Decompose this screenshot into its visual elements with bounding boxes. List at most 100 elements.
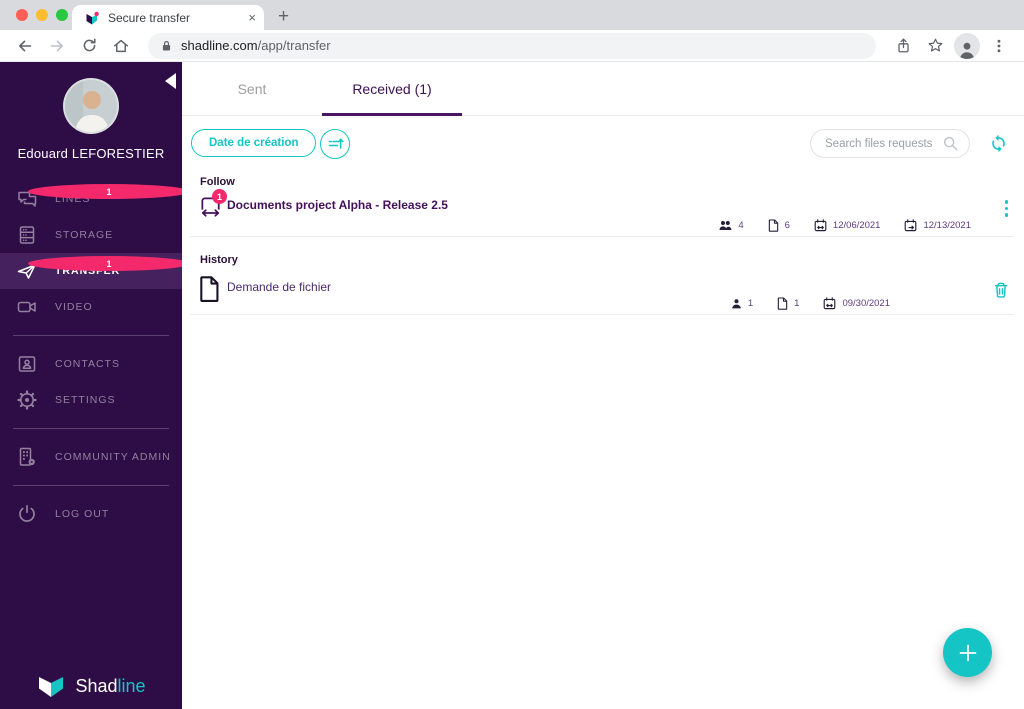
transfer-row-follow[interactable]: 1 Documents project Alpha - Release 2.5 … [182,189,1024,236]
recipients-count: 1 [747,298,754,309]
row-menu-icon[interactable] [1003,198,1011,219]
files-meta: 6 [768,219,790,232]
shadline-logo-text: Shadline [75,675,146,696]
browser-tabstrip: Secure transfer × + [0,0,1024,30]
collapse-sidebar-icon[interactable] [165,73,176,89]
person-icon [732,299,741,309]
browser-profile-avatar[interactable] [954,32,980,59]
tab-received[interactable]: Received (1) [312,62,472,116]
sidebar-item-contacts[interactable]: CONTACTS [0,346,182,382]
sort-ascending-icon [328,138,344,149]
recipients-meta: 1 [731,298,753,309]
storage-icon [16,224,38,246]
browser-window: Secure transfer × + shadline.com/app/tra… [0,0,1024,709]
transfer-row-history[interactable]: Demande de fichier 1 1 09/30/2021 [182,272,1024,314]
sidebar-item-storage[interactable]: STORAGE [0,217,182,253]
active-tab-underline [322,113,462,116]
new-tab-button[interactable]: + [278,7,289,26]
share-icon[interactable] [890,33,916,59]
transfer-meta: 4 6 12/06/2021 12/13/2021 [719,219,971,232]
files-count: 6 [784,220,790,231]
document-icon [199,276,220,302]
browser-tab[interactable]: Secure transfer × [72,5,264,30]
tab-sent[interactable]: Sent [202,62,302,116]
sort-by-date-button[interactable]: Date de création [191,129,317,157]
refresh-icon[interactable] [989,134,1008,153]
end-date-meta: 12/13/2021 [904,219,971,232]
sidebar-item-label: SETTINGS [55,394,116,406]
reload-button[interactable] [76,33,102,59]
gear-icon [16,389,38,411]
transfer-tabs: Sent Received (1) [182,62,1024,116]
calendar-end-icon [905,219,917,232]
transfer-badge: 1 [28,256,190,271]
tab-title: Secure transfer [108,10,191,25]
browser-menu-icon[interactable] [986,33,1012,59]
calendar-icon [824,297,836,310]
sidebar-item-label: LOG OUT [55,508,110,520]
new-transfer-fab[interactable] [943,628,992,677]
zoom-window-button[interactable] [56,9,68,21]
sidebar-divider [13,428,169,429]
unread-badge: 1 [212,189,227,204]
row-divider [190,314,1014,315]
recipients-count: 4 [738,220,744,231]
start-date-meta: 12/06/2021 [814,219,880,232]
search-input[interactable] [825,137,942,150]
sidebar: Edouard LEFORESTIER 1 LINES STORAGE 1 TR… [0,62,190,709]
calendar-start-icon [814,219,827,232]
sidebar-item-logout[interactable]: LOG OUT [0,496,182,532]
power-icon [16,503,38,525]
url-domain: shadline.com [181,38,258,53]
main-content: Sent Received (1) Date de création Searc… [182,62,1024,709]
shadline-logo: Shadline [0,673,182,699]
lock-icon [160,39,173,53]
close-tab-icon[interactable]: × [248,11,256,24]
files-meta: 1 [777,297,799,310]
row-divider [190,236,1014,237]
sidebar-item-lines[interactable]: 1 LINES [0,181,190,217]
address-bar[interactable]: shadline.com/app/transfer [148,32,876,59]
sidebar-divider [13,485,169,486]
file-icon [777,297,788,310]
section-header-follow: Follow [200,176,235,188]
user-avatar[interactable] [63,78,119,134]
sidebar-item-label: CONTACTS [55,358,120,370]
sidebar-divider [13,335,169,336]
transfer-title: Documents project Alpha - Release 2.5 [227,198,448,212]
browser-toolbar: shadline.com/app/transfer [0,30,1024,62]
sidebar-item-label: STORAGE [55,229,114,241]
people-icon [719,221,732,230]
contact-card-icon [16,353,38,375]
back-button[interactable] [12,33,38,59]
files-count: 1 [794,298,800,309]
video-camera-icon [16,296,38,318]
bookmark-star-icon[interactable] [922,33,948,59]
section-header-history: History [200,254,238,266]
minimize-window-button[interactable] [36,9,48,21]
close-window-button[interactable] [16,9,28,21]
delete-icon[interactable] [992,281,1010,299]
sidebar-item-label: VIDEO [55,301,93,313]
transfer-title: Demande de fichier [227,280,332,294]
shadline-logo-icon [39,677,64,697]
favicon [84,10,100,26]
sidebar-nav: 1 LINES STORAGE 1 TRANSFER VIDEO CONTACT… [0,181,190,532]
file-icon [768,219,778,232]
search-box[interactable] [810,129,970,158]
date: 09/30/2021 [842,298,890,309]
window-controls[interactable] [16,9,68,21]
forward-button[interactable] [44,33,70,59]
transfer-meta: 1 1 09/30/2021 [731,297,890,310]
user-name: Edouard LEFORESTIER [17,146,165,161]
sidebar-item-settings[interactable]: SETTINGS [0,382,182,418]
sidebar-item-transfer[interactable]: 1 TRANSFER [0,253,190,289]
sidebar-item-video[interactable]: VIDEO [0,289,182,325]
plus-icon [959,644,976,661]
url-text: shadline.com/app/transfer [181,38,331,53]
search-icon [942,135,959,152]
sidebar-item-community-admin[interactable]: COMMUNITY ADMIN [0,439,182,475]
home-button[interactable] [108,33,134,59]
sort-direction-button[interactable] [320,129,350,159]
end-date: 12/13/2021 [923,220,971,231]
